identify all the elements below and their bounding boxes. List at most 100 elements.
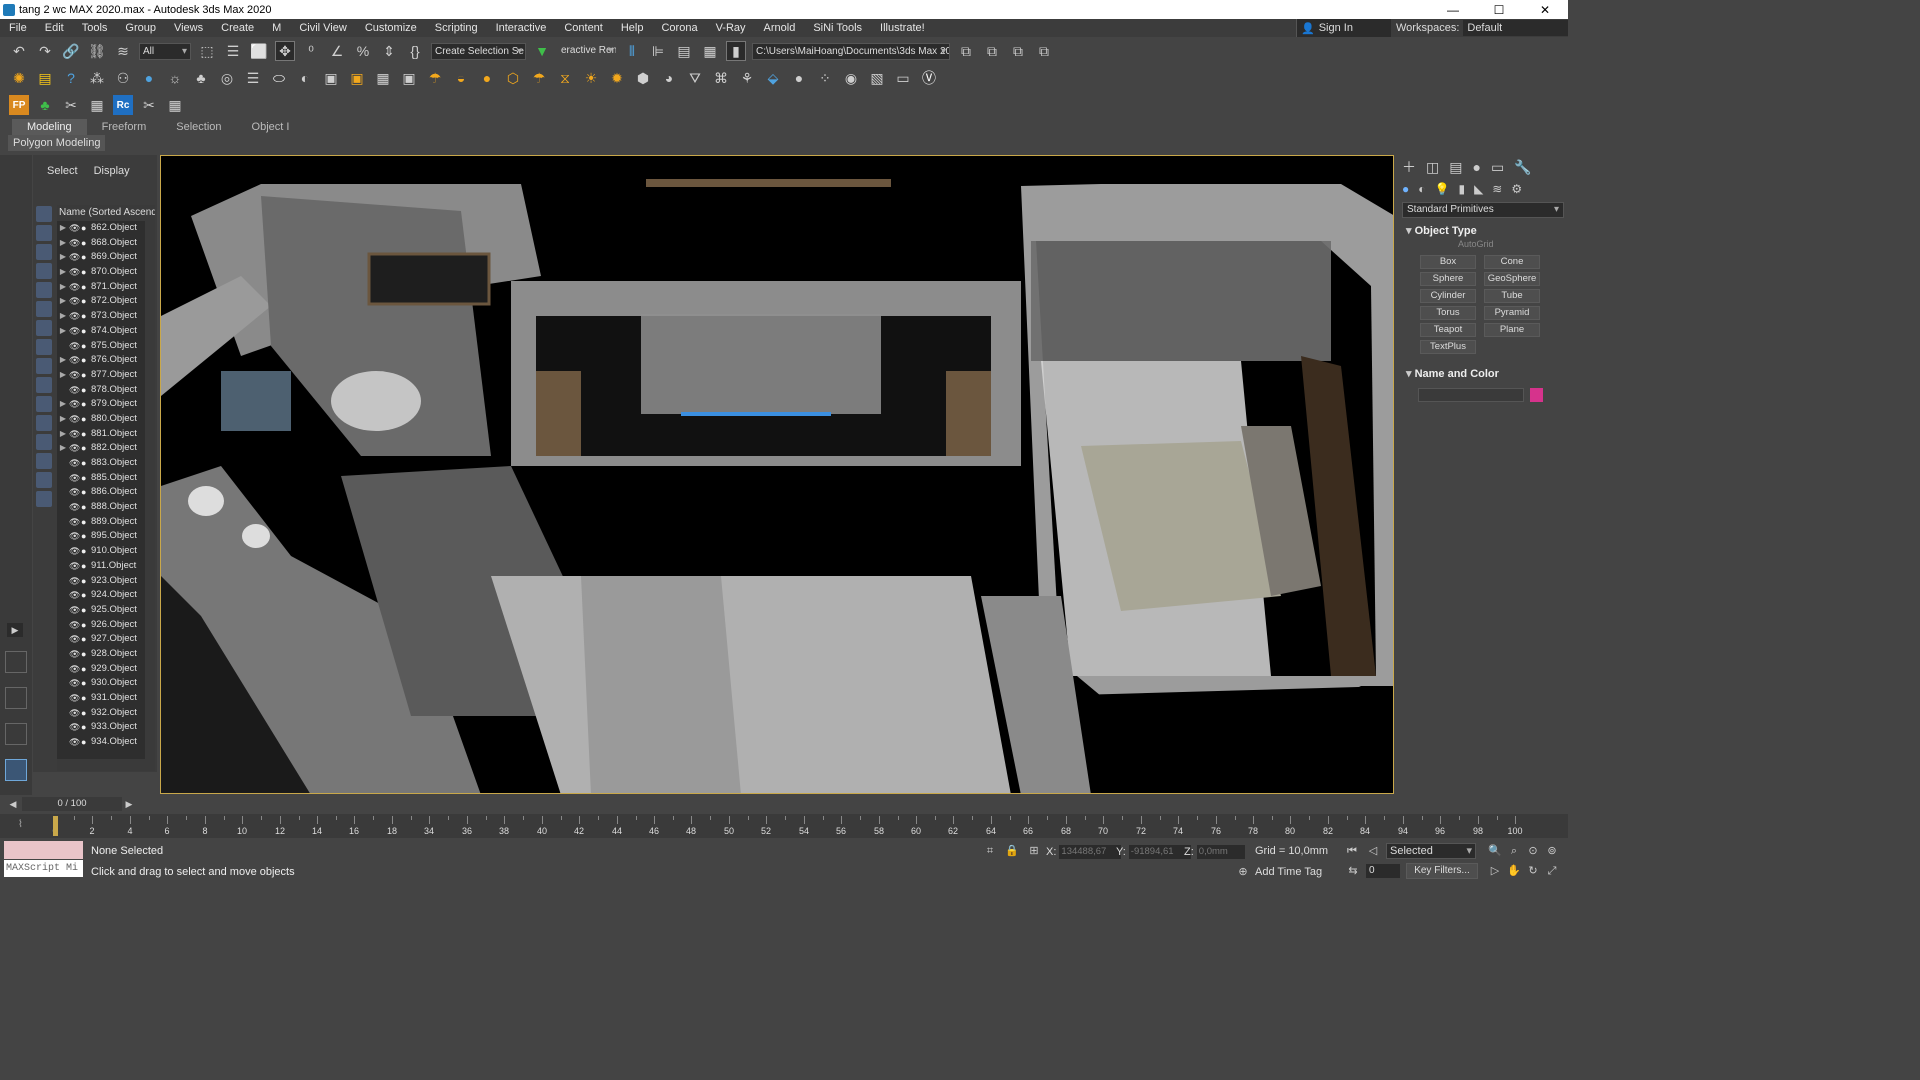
filter-geometry-icon[interactable] (36, 206, 52, 222)
pan-icon[interactable]: ✋ (1507, 864, 1521, 878)
create-tab-icon[interactable]: ＋ (1402, 157, 1416, 177)
particle-icon[interactable]: ✺ (9, 68, 29, 88)
time-tag-icon[interactable]: ⊕ (1236, 865, 1250, 879)
geosphere-button[interactable]: GeoSphere (1484, 272, 1540, 286)
redo-icon[interactable]: ↷ (35, 41, 55, 61)
explorer-row[interactable]: 👁 ● 927.Object (57, 632, 155, 647)
explorer-row[interactable]: ▶ 👁 ● 872.Object (57, 294, 155, 309)
visibility-eye-icon[interactable]: 👁 (69, 662, 81, 677)
ambient-light-icon[interactable]: ✹ (607, 68, 627, 88)
rendered-frame-window-icon[interactable]: ⧉ (982, 41, 1002, 61)
visibility-eye-icon[interactable]: 👁 (69, 632, 81, 647)
visibility-eye-icon[interactable]: 👁 (69, 676, 81, 691)
key-mode-icon[interactable]: ⇆ (1346, 864, 1360, 878)
visibility-eye-icon[interactable]: 👁 (69, 324, 81, 339)
menu-vray[interactable]: V-Ray (707, 22, 755, 34)
workspaces-dropdown[interactable]: Default (1463, 20, 1568, 36)
visibility-eye-icon[interactable]: 👁 (69, 221, 81, 236)
explorer-row[interactable]: 👁 ● 930.Object (57, 676, 155, 691)
named-selection-dropdown[interactable]: Create Selection Se (431, 42, 526, 60)
hierarchy-tab-icon[interactable]: ▤ (1449, 159, 1462, 176)
material-ball-icon[interactable]: ● (789, 68, 809, 88)
menu-scripting[interactable]: Scripting (426, 22, 487, 34)
render-icon[interactable]: ▣ (347, 68, 367, 88)
interactive-render-icon[interactable]: ▣ (399, 68, 419, 88)
filter-bones-icon[interactable] (36, 358, 52, 374)
filter-funnel-icon[interactable] (36, 491, 52, 507)
close-button[interactable]: ✕ (1522, 0, 1568, 19)
vray-sphere-icon[interactable]: ◕ (659, 68, 679, 88)
explorer-row[interactable]: 👁 ● 889.Object (57, 515, 155, 530)
filter-lights-icon[interactable] (36, 244, 52, 260)
expand-arrow-icon[interactable]: ▶ (57, 250, 69, 265)
tab-object-paint[interactable]: Object I (237, 119, 305, 135)
systems-icon[interactable]: ⚙ (1511, 182, 1522, 196)
menu-customize[interactable]: Customize (356, 22, 426, 34)
name-and-color-rollout[interactable]: Name and Color (1398, 366, 1568, 382)
expand-arrow-icon[interactable]: ▶ (57, 397, 69, 412)
expand-arrow-icon[interactable]: ▶ (57, 236, 69, 251)
settings-list-icon[interactable]: ☰ (243, 68, 263, 88)
vray-proxy-icon[interactable]: ⬢ (633, 68, 653, 88)
filter-shapes-icon[interactable] (36, 225, 52, 241)
torus-button[interactable]: Torus (1420, 306, 1476, 320)
explorer-row[interactable]: 👁 ● 932.Object (57, 706, 155, 721)
explorer-row[interactable]: 👁 ● 875.Object (57, 339, 155, 354)
edit-named-selection-icon[interactable]: {} (405, 41, 425, 61)
railclone-tools-icon[interactable]: ✂ (139, 95, 159, 115)
menu-modifiers[interactable]: M (263, 22, 290, 34)
mirror-icon[interactable]: ⫴ (622, 41, 642, 61)
add-time-tag-button[interactable]: Add Time Tag (1255, 866, 1322, 878)
visibility-eye-icon[interactable]: 👁 (69, 647, 81, 662)
ies-light-icon[interactable]: ⬡ (503, 68, 523, 88)
current-frame-marker[interactable] (53, 816, 58, 836)
rectangular-selection-icon[interactable]: ⬜ (249, 41, 269, 61)
vray-clipper-icon[interactable]: ⬙ (763, 68, 783, 88)
absolute-mode-icon[interactable]: ⊞ (1027, 844, 1041, 858)
vray-grass-icon[interactable]: ⚘ (737, 68, 757, 88)
visibility-eye-icon[interactable]: 👁 (69, 368, 81, 383)
visibility-eye-icon[interactable]: 👁 (69, 294, 81, 309)
explorer-row[interactable]: ▶ 👁 ● 862.Object (57, 221, 155, 236)
explorer-row[interactable]: 👁 ● 883.Object (57, 456, 155, 471)
undo-icon[interactable]: ↶ (9, 41, 29, 61)
layout-single-icon[interactable] (5, 759, 27, 781)
forest-pack-icon[interactable]: FP (9, 95, 29, 115)
select-object-icon[interactable]: ⬚ (197, 41, 217, 61)
select-and-move-icon[interactable]: ✥ (275, 41, 295, 61)
visibility-eye-icon[interactable]: 👁 (69, 735, 81, 750)
menu-help[interactable]: Help (612, 22, 653, 34)
visibility-eye-icon[interactable]: 👁 (69, 618, 81, 633)
menu-illustrate[interactable]: Illustrate! (871, 22, 934, 34)
helpers-icon[interactable]: ◣ (1474, 182, 1483, 196)
light-bulb-icon[interactable]: ● (139, 68, 159, 88)
expand-arrow-icon[interactable]: ▶ (57, 427, 69, 442)
time-slider[interactable]: ◀ 0 / 100 ▶ (0, 797, 1568, 812)
menu-views[interactable]: Views (165, 22, 212, 34)
interactive-render-label[interactable]: eractive Renai (558, 42, 616, 60)
shapes-icon[interactable]: ◐ (1418, 182, 1425, 196)
project-folder-dropdown[interactable]: C:\Users\MaiHoang\Documents\3ds Max 2020 (752, 42, 950, 60)
explorer-row[interactable]: 👁 ● 928.Object (57, 647, 155, 662)
display-tab-icon[interactable]: ▭ (1491, 159, 1504, 176)
expand-arrow-icon[interactable]: ▶ (57, 265, 69, 280)
textplus-button[interactable]: TextPlus (1420, 340, 1476, 354)
palette-icon[interactable]: ◉ (841, 68, 861, 88)
explorer-row[interactable]: 👁 ● 885.Object (57, 471, 155, 486)
expand-arrow-icon[interactable]: ▶ (57, 309, 69, 324)
visibility-eye-icon[interactable]: 👁 (69, 529, 81, 544)
y-value-input[interactable]: -91894,61 (1128, 845, 1191, 859)
box-button[interactable]: Box (1420, 255, 1476, 269)
vray-fur-icon[interactable]: ⌘ (711, 68, 731, 88)
menu-civil-view[interactable]: Civil View (290, 22, 355, 34)
spot-light-icon[interactable]: ☂ (529, 68, 549, 88)
expand-arrow-icon[interactable]: ▶ (57, 441, 69, 456)
x-value-input[interactable]: 134488,67 (1059, 845, 1122, 859)
vray-plane-icon[interactable]: ⛛ (685, 68, 705, 88)
explorer-row[interactable]: 👁 ● 886.Object (57, 485, 155, 500)
track-bar[interactable]: ⌇ 02468101214161834363840424446485052545… (0, 814, 1568, 838)
snaps-toggle-icon[interactable]: ⁰ (301, 41, 321, 61)
explorer-row[interactable]: ▶ 👁 ● 882.Object (57, 441, 155, 456)
render-iterative-icon[interactable]: ⧉ (1034, 41, 1054, 61)
cameras-icon[interactable]: ▮ (1458, 182, 1465, 196)
